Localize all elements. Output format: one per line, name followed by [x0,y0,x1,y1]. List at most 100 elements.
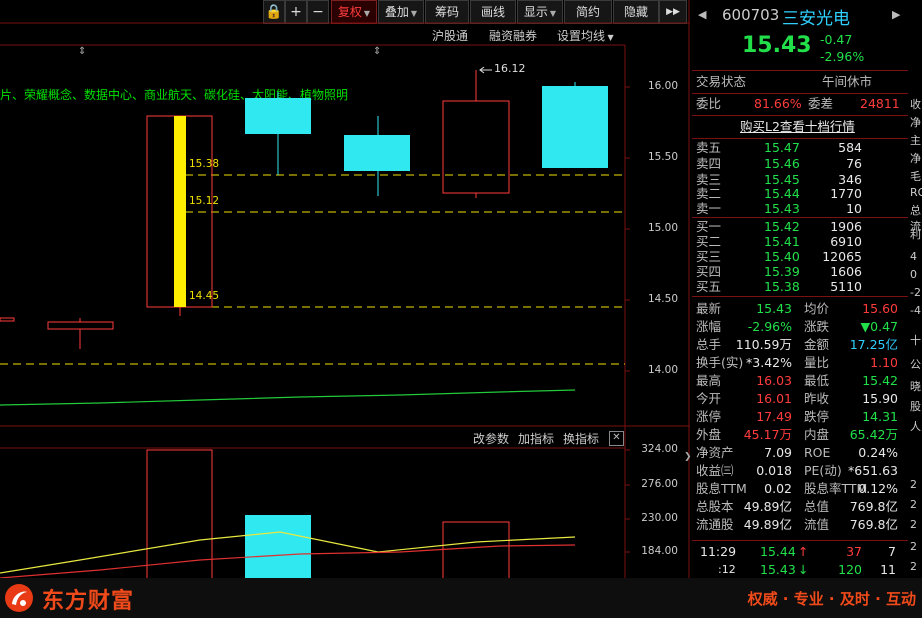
stat-label: 跌停 [804,409,830,424]
tick-count: 7 [888,544,896,559]
strip-char: 2 [910,478,917,491]
volume-bar [146,449,213,578]
stat-row: 今开 16.01 昨收 15.90 [696,390,902,408]
stat-value: 49.89亿 [743,499,792,514]
close-icon[interactable]: ✕ [609,431,624,446]
stat-label: 净资产 [696,445,734,460]
candle [245,98,311,134]
stat-label: 总手 [696,337,722,352]
stat-value: 65.42万 [849,427,898,442]
side-info-strip: 收净主净毛 RO 总流利 4 0 -2 -4 十公晓股人 2 2 2 2 2 [908,0,922,578]
tick-time: :12 [718,563,736,576]
strip-char: 净 [910,152,921,165]
bid-row: 买五 15.38 5110 [696,278,902,296]
strip-char: 2 [910,498,917,511]
level-label: 15.38 [189,158,220,170]
stat-row: 换手(实) *3.42% 量比 1.10 [696,354,902,372]
vol-yaxis-label: 276.00 [641,478,678,490]
stock-name: 三安光电 [782,9,850,29]
yaxis-label: 15.00 [647,222,678,234]
highlight-bar [174,116,186,307]
strip-char: 公 [910,358,921,371]
stat-label: 涨停 [696,409,722,424]
weibi-value: 81.66% [754,96,802,111]
stat-label: PE(动) [804,463,842,478]
next-stock-icon[interactable]: ▶ [892,8,900,21]
stat-label: 最低 [804,373,830,388]
stat-value: 1.10 [870,355,898,370]
strip-char: 收 [910,98,921,111]
brand-slogan: 权威 · 专业 · 及时 · 互动 [747,590,916,608]
strip-char: RO [910,186,922,199]
brand-logo-icon [5,584,33,612]
divider [692,115,908,116]
strip-char: 0 [910,268,917,281]
divider [692,296,908,297]
stat-value: 0.24% [858,445,898,460]
current-price: 15.43 [742,33,812,58]
stat-value: 769.8亿 [849,517,898,532]
stat-value: 16.03 [756,373,792,388]
strip-char: 2 [910,518,917,531]
tick-row: 11:29 15.44 ↑ 37 7 [696,543,902,561]
divider [692,93,908,94]
stat-label: 股息TTM [696,481,747,496]
stat-value: *651.63 [848,463,898,478]
stat-value: 15.43 [756,301,792,316]
stat-row: 收益㈢ 0.018 PE(动) *651.63 [696,462,902,480]
vol-yaxis-label: 324.00 [641,443,678,455]
collapse-panel-icon[interactable]: ❯ [684,452,692,462]
prev-stock-icon[interactable]: ◀ [698,8,706,21]
tick-price: 15.43 [760,562,796,577]
price-change: -0.47 [820,32,853,47]
stat-label: 内盘 [804,427,830,442]
stat-label: 涨跌 [804,319,830,334]
level-label: 15.12 [189,195,220,207]
add-indicator-link[interactable]: 加指标 [518,430,554,447]
stat-row: 净资产 7.09 ROE 0.24% [696,444,902,462]
yaxis-label: 15.50 [647,151,678,163]
stat-label: 均价 [804,301,830,316]
stat-label: 金额 [804,337,830,352]
divider [692,540,908,541]
stat-label: 涨幅 [696,319,722,334]
stat-row: 最新 15.43 均价 15.60 [696,300,902,318]
stat-label: 今开 [696,391,722,406]
change-indicator-link[interactable]: 换指标 [563,430,599,447]
stat-value: 17.25亿 [849,337,898,352]
candle [0,317,15,322]
high-marker-label: 16.12 [494,62,526,75]
stat-value: 49.89亿 [743,517,792,532]
volume-bar [442,521,510,578]
tick-count: 11 [880,562,896,577]
status-value: 午间休市 [822,74,873,89]
stat-value: 0.02 [764,481,792,496]
stat-row: 总手 110.59万 金额 17.25亿 [696,336,902,354]
weibi-label: 委比 [696,96,722,111]
stat-value: -2.96% [747,319,792,334]
bid-price: 15.38 [764,279,800,294]
weicha-label: 委差 [808,96,834,111]
strip-char: 利 [910,228,921,241]
stat-label: ROE [804,445,831,460]
tick-vol: 120 [838,562,862,577]
stat-label: 流值 [804,517,830,532]
stat-value: 15.42 [862,373,898,388]
stat-value: 17.49 [756,409,792,424]
stat-label: 最高 [696,373,722,388]
stat-value: 14.31 [862,409,898,424]
tick-time: 11:29 [700,544,737,559]
yaxis-label: 16.00 [647,80,678,92]
ask-label: 卖一 [696,201,722,216]
edit-params-link[interactable]: 改参数 [473,430,509,447]
stat-row: 流通股 49.89亿 流值 769.8亿 [696,516,902,534]
brand-name: 东方财富 [42,589,135,614]
stat-value: 16.01 [756,391,792,406]
stat-label: 换手(实) [696,355,744,370]
l2-link[interactable]: 购买L2查看十档行情 [740,118,855,136]
volume-bar [245,515,311,578]
bid-vol: 5110 [830,279,862,294]
stat-value: 15.60 [862,301,898,316]
ask-price: 15.43 [764,201,800,216]
candle [442,100,510,194]
